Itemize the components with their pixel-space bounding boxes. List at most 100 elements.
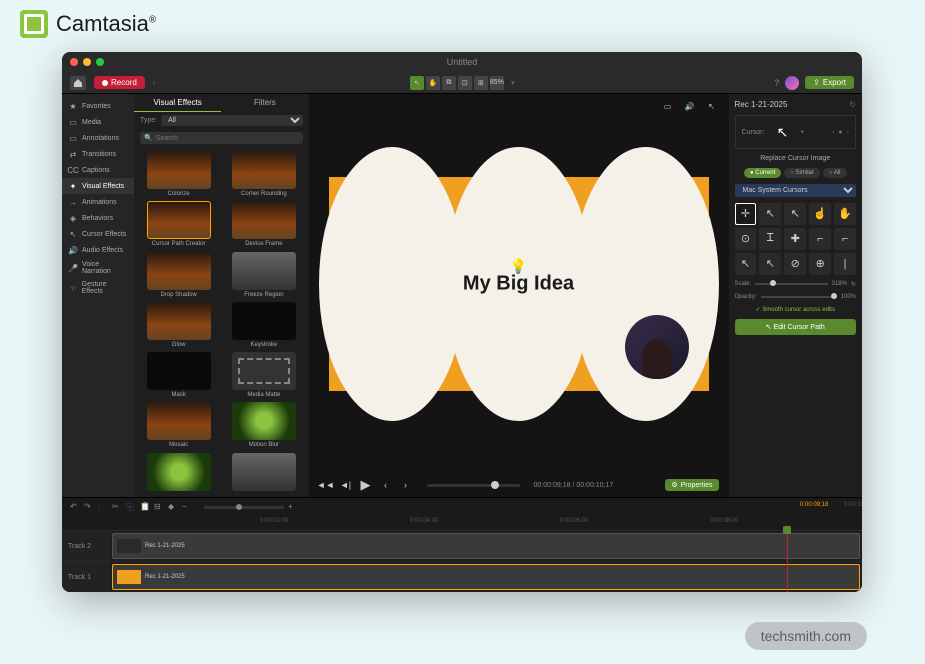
cursor-option-1[interactable]: ↖ [759, 203, 781, 225]
category-favorites[interactable]: ★Favorites [62, 98, 134, 114]
cursor-option-2[interactable]: ↖ [784, 203, 806, 225]
magnet-tool-icon[interactable]: ⧉ [442, 76, 456, 90]
timeline-clip[interactable]: Rec 1-21-2025 [112, 564, 860, 590]
cursor-option-7[interactable]: ✚ [784, 228, 806, 250]
effect-cursor-path-creator[interactable]: Cursor Path Creator [138, 201, 219, 247]
cursor-option-5[interactable]: ⊙ [735, 228, 757, 250]
effect-media-matte[interactable]: Media Matte [223, 352, 304, 398]
category-gesture-effects[interactable]: ☜Gesture Effects [62, 278, 134, 298]
redo-icon[interactable]: ↷ [84, 502, 94, 512]
tab-visual-effects[interactable]: Visual Effects [134, 94, 221, 112]
canvas-cursor-icon[interactable]: ↖ [705, 100, 719, 112]
copy-icon[interactable]: ⿻ [126, 502, 136, 512]
opacity-slider[interactable] [761, 296, 837, 298]
smooth-cursor-check[interactable]: ✓ Smooth cursor across edits [735, 306, 857, 313]
preview-canvas[interactable]: 💡 My Big Idea [329, 177, 709, 391]
export-button[interactable]: ⇪ Export [805, 76, 854, 89]
next-cursor-icon[interactable]: › [847, 129, 849, 136]
timeline-zoom-slider[interactable] [204, 506, 284, 509]
cursor-option-11[interactable]: ↖ [759, 253, 781, 275]
track-label[interactable]: Track 2 [62, 531, 110, 561]
timeline-ruler[interactable]: 0:00:02:000:00:04:000:00:06:000:00:08:00 [110, 516, 862, 530]
marker-icon[interactable]: ◆ [168, 502, 178, 512]
playback-scrubber[interactable] [427, 484, 520, 487]
timeline-clip[interactable]: Rec 1-21-2025 [112, 533, 860, 559]
webcam-circle[interactable] [625, 315, 689, 379]
zoom-in-icon[interactable]: + [288, 502, 298, 512]
prev-edit-button[interactable]: ◄◄ [319, 478, 333, 492]
next-edit-button[interactable]: › [399, 478, 413, 492]
category-captions[interactable]: CCCaptions [62, 162, 134, 178]
guides-tool-icon[interactable]: ⊞ [474, 76, 488, 90]
zoom-level[interactable]: 85% [490, 76, 504, 90]
effect-mosaic[interactable]: Mosaic [138, 402, 219, 448]
effect-keystroke[interactable]: Keystroke [223, 302, 304, 348]
hand-tool-icon[interactable]: ✋ [426, 76, 440, 90]
effect-device-frame[interactable]: Device Frame [223, 201, 304, 247]
scale-slider[interactable]: .slider::after{left:var(--pos)} [755, 283, 827, 285]
cursor-option-6[interactable]: Ꮖ [759, 228, 781, 250]
cursor-option-13[interactable]: ⊕ [809, 253, 831, 275]
paste-icon[interactable]: 📋 [140, 502, 150, 512]
properties-button[interactable]: ⚙ Properties [665, 479, 718, 491]
cursor-option-0[interactable]: ✛ [735, 203, 757, 225]
split-icon[interactable]: ⊟ [154, 502, 164, 512]
effect-corner-rounding[interactable]: Corner Rounding [223, 151, 304, 197]
category-audio-effects[interactable]: 🔊Audio Effects [62, 242, 134, 258]
category-transitions[interactable]: ⇄Transitions [62, 146, 134, 162]
step-back-button[interactable]: ◄| [339, 478, 353, 492]
effect-unnamed[interactable] [138, 453, 219, 493]
record-button[interactable]: Record [94, 76, 145, 89]
cursor-option-4[interactable]: ✋ [834, 203, 856, 225]
effect-drop-shadow[interactable]: Drop Shadow [138, 252, 219, 298]
cut-icon[interactable]: ✂ [112, 502, 122, 512]
play-button[interactable]: ▶ [359, 478, 373, 492]
tab-filters[interactable]: Filters [221, 94, 308, 112]
chevron-right-icon[interactable]: › [153, 78, 156, 87]
search-box[interactable]: 🔍 [140, 132, 303, 144]
reset-scale-icon[interactable]: ↻ [851, 281, 856, 288]
pill-current[interactable]: ● Current [744, 168, 781, 178]
pill-all[interactable]: ○ All [823, 168, 847, 178]
category-cursor-effects[interactable]: ↖Cursor Effects [62, 226, 134, 242]
category-behaviors[interactable]: ◈Behaviors [62, 210, 134, 226]
cursor-dropdown-icon[interactable]: ▾ [800, 128, 804, 136]
help-icon[interactable]: ? [774, 78, 779, 88]
cursor-option-10[interactable]: ↖ [735, 253, 757, 275]
cursor-option-3[interactable]: ☝ [809, 203, 831, 225]
detach-canvas-icon[interactable]: ▭ [661, 100, 675, 112]
category-voice-narration[interactable]: 🎤Voice Narration [62, 258, 134, 278]
maximize-window-icon[interactable] [96, 58, 104, 66]
cursor-option-8[interactable]: ⌐ [809, 228, 831, 250]
search-input[interactable] [156, 135, 299, 142]
prev-cursor-icon[interactable]: ‹ [832, 129, 834, 136]
category-media[interactable]: ▭Media [62, 114, 134, 130]
effect-unnamed[interactable] [223, 453, 304, 493]
cursor-option-9[interactable]: ⌐ [834, 228, 856, 250]
effect-glow[interactable]: Glow [138, 302, 219, 348]
type-select[interactable]: All [161, 115, 302, 126]
category-animations[interactable]: →Animations [62, 194, 134, 210]
cursor-disc-icon[interactable]: ● [838, 129, 842, 136]
undo-icon[interactable]: ↶ [70, 502, 80, 512]
home-button[interactable] [70, 76, 86, 90]
cursor-set-select[interactable]: Mac System Cursors [735, 184, 857, 197]
category-visual-effects[interactable]: ✦Visual Effects [62, 178, 134, 194]
minimize-window-icon[interactable] [83, 58, 91, 66]
crop-tool-icon[interactable]: ⊡ [458, 76, 472, 90]
pill-similar[interactable]: ○ Similar [784, 168, 820, 178]
effect-colorize[interactable]: Colorize [138, 151, 219, 197]
edit-cursor-path-button[interactable]: ↖ Edit Cursor Path [735, 319, 857, 335]
cursor-option-14[interactable]: | [834, 253, 856, 275]
mute-icon[interactable]: 🔊 [683, 100, 697, 112]
close-window-icon[interactable] [70, 58, 78, 66]
cursor-option-12[interactable]: ⊘ [784, 253, 806, 275]
window-controls[interactable] [70, 58, 104, 66]
effect-mask[interactable]: Mask [138, 352, 219, 398]
effect-freeze-region[interactable]: Freeze Region [223, 252, 304, 298]
track-label[interactable]: Track 1 [62, 562, 110, 592]
zoom-dropdown-icon[interactable]: ▾ [506, 76, 520, 90]
step-fwd-button[interactable]: ‹ [379, 478, 393, 492]
zoom-out-icon[interactable]: − [182, 502, 192, 512]
effect-motion-blur[interactable]: Motion Blur [223, 402, 304, 448]
